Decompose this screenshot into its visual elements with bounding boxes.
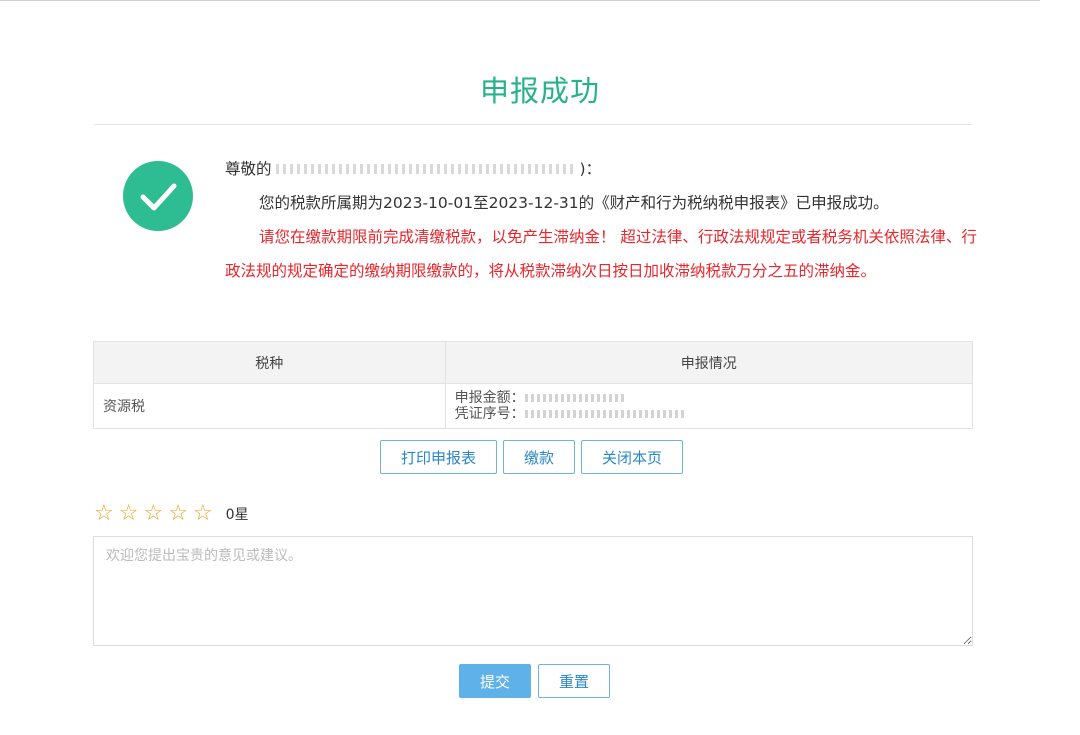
star-icon-3[interactable]: ☆ <box>143 503 163 525</box>
voucher-line: 凭证序号： <box>455 406 963 422</box>
declaration-table: 税种 申报情况 资源税 申报金额： 凭证序号： <box>93 341 974 429</box>
success-check-icon <box>123 161 193 231</box>
close-page-button[interactable]: 关闭本页 <box>581 440 684 474</box>
masked-taxpayer-name <box>275 164 576 174</box>
late-fee-warning: 请您在缴款期限前完成清缴税款，以免产生滞纳金！ 超过法律、行政法规规定或者税务机… <box>225 228 977 280</box>
star-icon-5[interactable]: ☆ <box>193 503 213 525</box>
cell-tax-type: 资源税 <box>93 383 446 429</box>
success-text: 您的税款所属期为2023-10-01至2023-12-31的《财产和行为税纳税申… <box>259 194 889 212</box>
table-header-row: 税种 申报情况 <box>93 341 974 384</box>
greeting: 尊敬的 )： <box>225 152 980 186</box>
greeting-suffix: )： <box>579 160 602 178</box>
page-title: 申报成功 <box>479 74 600 108</box>
amount-line: 申报金额： <box>455 390 963 406</box>
form-buttons: 提交 重置 <box>459 664 611 698</box>
header-tax-type: 税种 <box>93 341 446 384</box>
header-declaration-status: 申报情况 <box>444 341 974 384</box>
reset-button[interactable]: 重置 <box>538 664 611 698</box>
cell-declaration-detail: 申报金额： 凭证序号： <box>444 383 974 429</box>
voucher-label: 凭证序号： <box>454 406 525 422</box>
result-message: 尊敬的 )： 您的税款所属期为2023-10-01至2023-12-31的《财产… <box>225 152 980 288</box>
rating-count: 0星 <box>225 507 249 523</box>
masked-amount <box>524 394 625 402</box>
star-icon-4[interactable]: ☆ <box>168 503 188 525</box>
table-row: 资源税 申报金额： 凭证序号： <box>93 383 974 429</box>
pay-button[interactable]: 缴款 <box>503 440 576 474</box>
print-declaration-button[interactable]: 打印申报表 <box>380 440 498 474</box>
top-border <box>0 0 1040 1</box>
greeting-prefix: 尊敬的 <box>225 160 272 178</box>
star-rating: ☆ ☆ ☆ ☆ ☆ 0星 <box>94 503 249 525</box>
star-icon-1[interactable]: ☆ <box>94 503 114 525</box>
title-divider <box>94 124 972 125</box>
feedback-input[interactable] <box>93 536 973 646</box>
action-buttons: 打印申报表 缴款 关闭本页 <box>380 440 684 474</box>
amount-label: 申报金额： <box>454 390 525 406</box>
masked-voucher-number <box>524 410 685 418</box>
submit-button[interactable]: 提交 <box>459 664 532 698</box>
star-icon-2[interactable]: ☆ <box>119 503 139 525</box>
